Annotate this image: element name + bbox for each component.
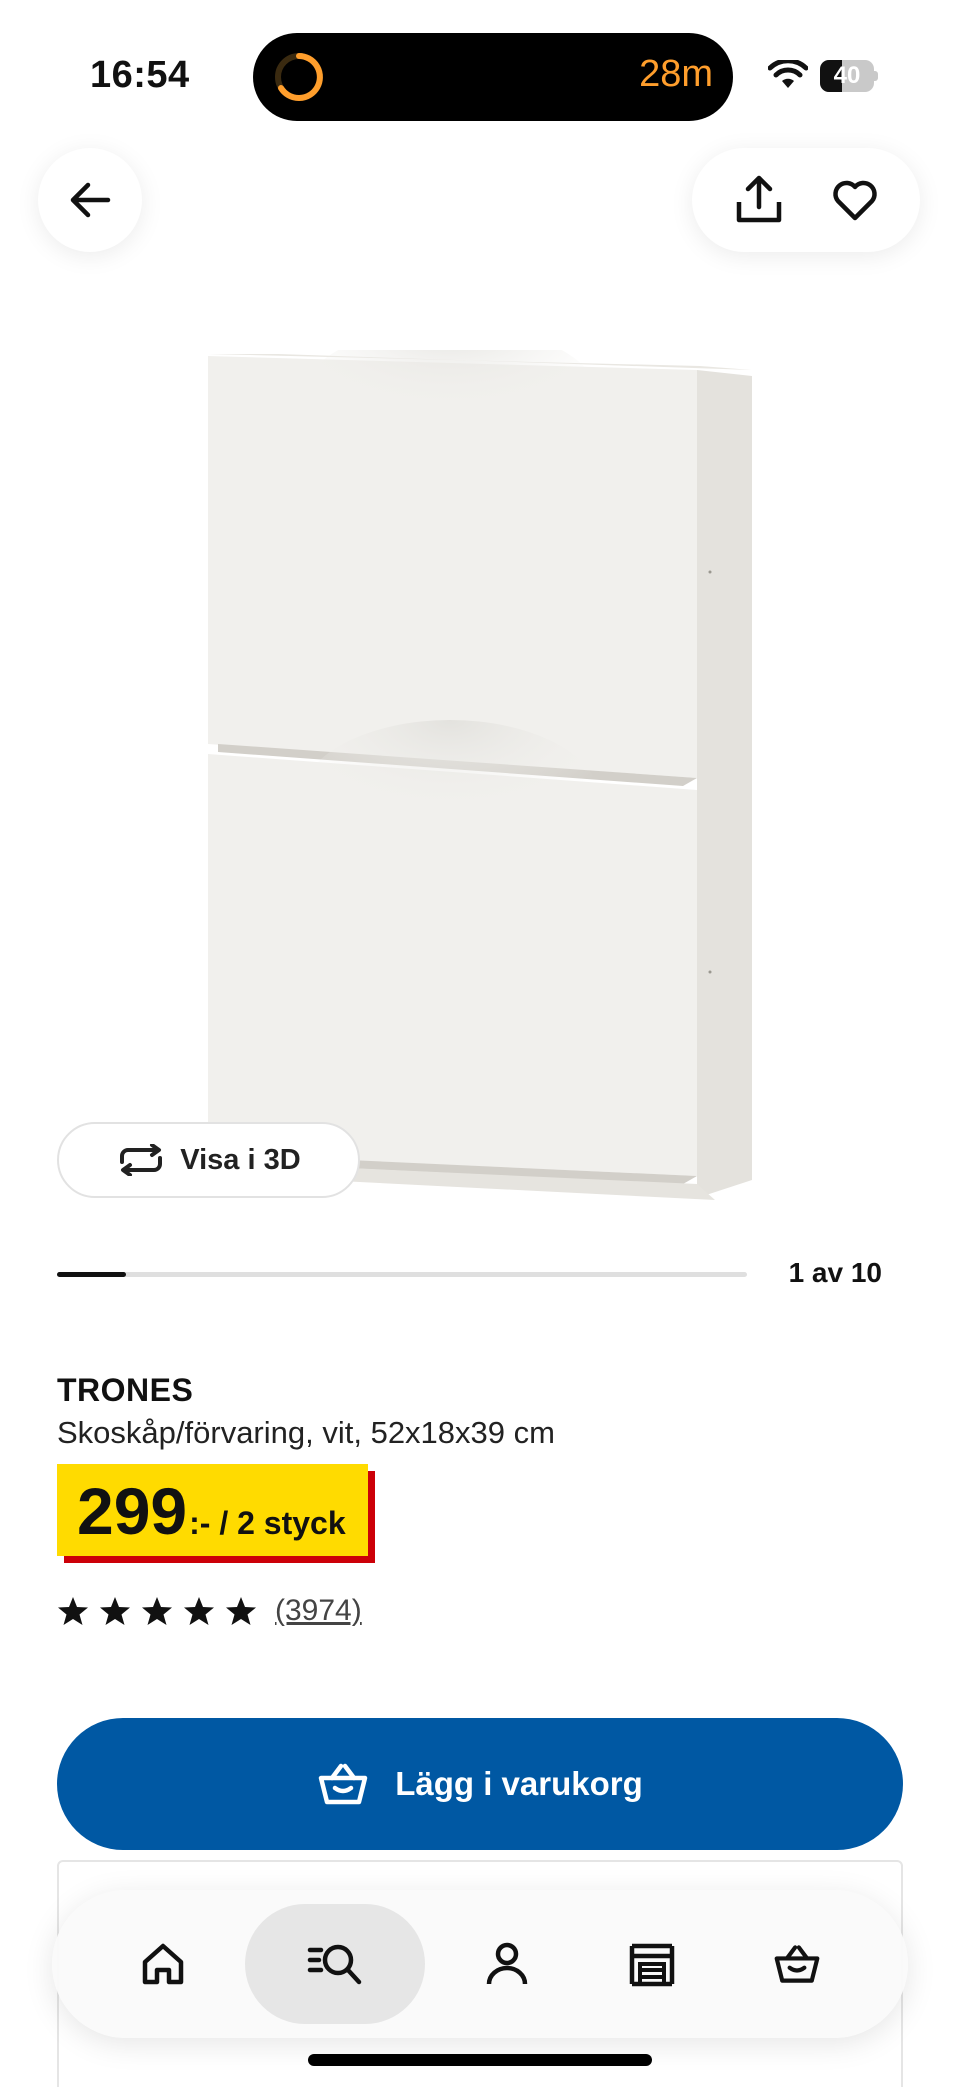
activity-ring-icon: [275, 53, 323, 101]
rating[interactable]: (3974): [57, 1594, 362, 1628]
carousel-counter: 1 av 10: [788, 1257, 882, 1288]
search-icon: [307, 1944, 362, 1985]
battery-level: 40: [833, 62, 861, 89]
star-icon: [142, 1597, 172, 1625]
price-value: 299: [77, 1474, 188, 1548]
tab-home[interactable]: [100, 1904, 226, 2024]
product-image[interactable]: [200, 350, 760, 1210]
star-icon: [184, 1597, 214, 1625]
activity-timer: 28m: [639, 53, 713, 95]
store-icon: [629, 1943, 675, 1987]
share-icon[interactable]: [733, 174, 785, 226]
tab-profile[interactable]: [444, 1904, 570, 2024]
tab-search[interactable]: [245, 1904, 425, 2024]
heart-icon[interactable]: [831, 176, 879, 224]
product-name: TRONES: [57, 1372, 194, 1408]
person-icon: [486, 1942, 528, 1985]
add-to-cart-button[interactable]: Lägg i varukorg: [57, 1718, 903, 1850]
price-tag: 299 :- / 2 styck: [57, 1464, 368, 1556]
cart-icon: [774, 1945, 820, 1983]
dynamic-island: 28m: [253, 33, 733, 121]
home-indicator[interactable]: [308, 2054, 652, 2066]
view-3d-label: Visa i 3D: [180, 1143, 301, 1176]
wifi-icon: [768, 60, 808, 88]
cart-icon: [318, 1763, 368, 1805]
tab-cart[interactable]: [734, 1904, 860, 2024]
rotate-3d-icon: [120, 1144, 163, 1176]
battery-indicator: 40: [820, 60, 878, 92]
star-icon: [58, 1597, 88, 1625]
status-time: 16:54: [90, 54, 190, 96]
review-count-link[interactable]: (3974): [275, 1594, 362, 1628]
add-to-cart-label: Lägg i varukorg: [395, 1765, 643, 1802]
tab-stores[interactable]: [589, 1904, 715, 2024]
home-icon: [142, 1943, 184, 1985]
price-suffix: :- / 2 styck: [189, 1505, 346, 1541]
view-3d-button[interactable]: Visa i 3D: [57, 1122, 360, 1198]
back-button[interactable]: [38, 148, 142, 252]
actions-pill: [692, 148, 920, 252]
carousel-progress: [57, 1272, 747, 1277]
star-icon: [100, 1597, 130, 1625]
arrow-left-icon: [70, 182, 111, 218]
star-icon: [226, 1597, 256, 1625]
product-description: Skoskåp/förvaring, vit, 52x18x39 cm: [57, 1415, 555, 1450]
carousel-progress-fill: [57, 1272, 126, 1277]
bottom-tab-bar: [52, 1890, 908, 2038]
